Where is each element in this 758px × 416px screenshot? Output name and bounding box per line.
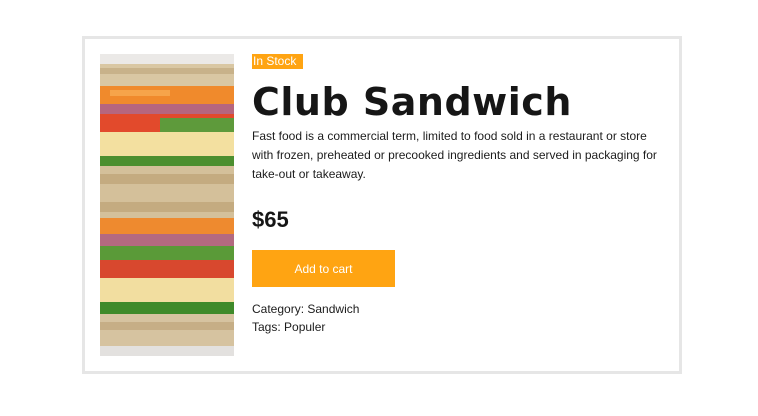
product-card: In Stock Club Sandwich Fast food is a co… xyxy=(82,36,682,374)
product-title: Club Sandwich xyxy=(252,80,572,124)
category-value[interactable]: Sandwich xyxy=(307,302,359,316)
stock-badge: In Stock xyxy=(252,54,303,69)
product-description: Fast food is a commercial term, limited … xyxy=(252,129,657,181)
product-price: $65 xyxy=(252,207,289,232)
product-category: Category: Sandwich xyxy=(252,302,359,317)
product-tags: Tags: Populer xyxy=(252,320,325,335)
tags-value[interactable]: Populer xyxy=(284,320,325,334)
tags-label: Tags: xyxy=(252,320,281,334)
add-to-cart-button[interactable]: Add to cart xyxy=(252,250,395,287)
product-image xyxy=(100,54,234,356)
club-sandwich-image xyxy=(100,54,234,356)
category-label: Category: xyxy=(252,302,305,316)
